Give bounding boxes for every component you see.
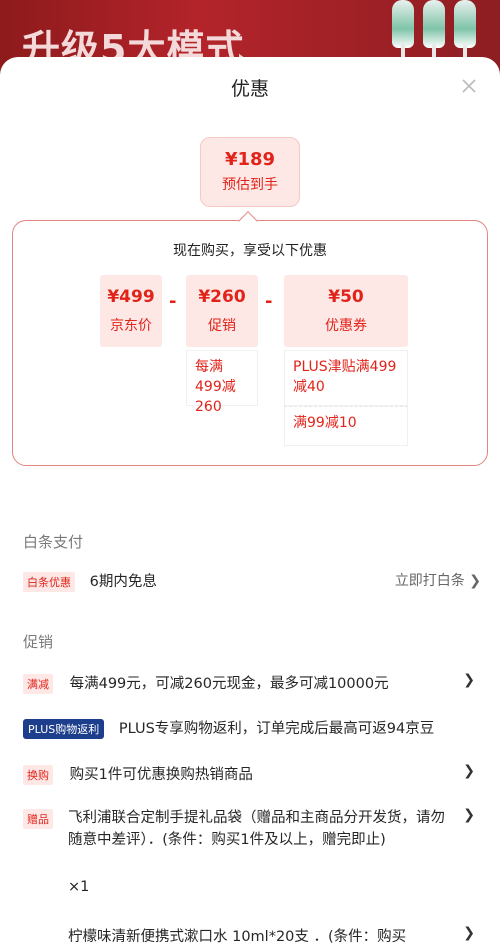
- promotion-detail: 每满499减260: [186, 350, 258, 415]
- open-baitiao-link[interactable]: 立即打白条 ❯: [395, 570, 481, 590]
- promo-row-manjian[interactable]: 满减 每满499元，可减260元现金，最多可减10000元 ❯: [23, 672, 483, 694]
- gift-quantity: ×1: [68, 879, 90, 895]
- sheet-title: 优惠: [230, 78, 269, 100]
- price-breakdown-panel: 现在购买，享受以下优惠 ¥499 京东价 - ¥260 促销 - ¥50 优惠券…: [12, 220, 488, 466]
- promo-tag: 赠品: [23, 809, 53, 829]
- jd-price-label: 京东价: [110, 318, 152, 334]
- plus-rebate-tag: PLUS购物返利: [23, 719, 105, 739]
- estimated-price-label: 预估到手: [222, 177, 278, 193]
- jd-price-cell: ¥499 京东价: [100, 275, 162, 347]
- baitiao-section-title: 白条支付: [23, 533, 84, 551]
- promotion-cell: ¥260 促销: [186, 275, 258, 347]
- promo-text: 每满499元，可减260元现金，最多可减10000元: [69, 676, 389, 692]
- promo-tag: 满减: [23, 674, 53, 694]
- coupon-cell: ¥50 优惠券: [284, 275, 408, 347]
- baitiao-row[interactable]: 白条优惠 6期内免息 立即打白条 ❯: [23, 570, 481, 592]
- promotion-value: ¥260: [198, 287, 246, 307]
- chevron-right-icon[interactable]: ❯: [463, 672, 475, 688]
- toothbrush-head-image: [423, 0, 445, 74]
- baitiao-text: 6期内免息: [89, 574, 157, 590]
- chevron-right-icon[interactable]: ❯: [463, 763, 475, 779]
- close-icon[interactable]: [460, 77, 478, 95]
- chevron-right-icon[interactable]: ❯: [463, 925, 475, 941]
- chevron-right-icon[interactable]: ❯: [463, 807, 475, 823]
- coupon-detail: 满99减10: [284, 406, 408, 446]
- coupon-label: 优惠券: [325, 318, 367, 334]
- promo-tag: 换购: [23, 765, 53, 785]
- baitiao-tag: 白条优惠: [23, 572, 75, 592]
- estimated-price: ¥189: [224, 149, 276, 170]
- coupon-detail: PLUS津贴满499减40: [284, 350, 408, 406]
- breakdown-heading: 现在购买，享受以下优惠: [173, 243, 327, 259]
- coupon-value: ¥50: [328, 287, 364, 307]
- estimated-price-box: ¥189 预估到手: [200, 137, 300, 207]
- jd-price-value: ¥499: [107, 287, 155, 307]
- promo-section-title: 促销: [23, 633, 54, 651]
- minus-operator: -: [169, 291, 177, 312]
- promotion-label: 促销: [208, 318, 236, 334]
- promo-text: 购买1件可优惠换购热销商品: [69, 767, 253, 783]
- promo-text: PLUS专享购物返利，订单完成后最高可返94京豆: [118, 721, 435, 737]
- discount-sheet: 优惠 ¥189 预估到手 现在购买，享受以下优惠 ¥499 京东价 - ¥260…: [0, 57, 500, 945]
- promo-row-plus-rebate[interactable]: PLUS购物返利 PLUS专享购物返利，订单完成后最高可返94京豆: [23, 717, 483, 739]
- toothbrush-head-image: [454, 0, 476, 74]
- promo-row-gift[interactable]: 赠品 飞利浦联合定制手提礼品袋（赠品和主商品分开发货，请勿随意中差评）．(条件：…: [23, 807, 483, 907]
- toothbrush-head-image: [392, 0, 414, 74]
- promo-text: 柠檬味清新便携式漱口水 10ml*20支 ．(条件：购买: [68, 929, 407, 945]
- promo-row-exchange[interactable]: 换购 购买1件可优惠换购热销商品 ❯: [23, 763, 483, 785]
- minus-operator: -: [265, 291, 273, 312]
- promo-text: 飞利浦联合定制手提礼品袋（赠品和主商品分开发货，请勿随意中差评）．(条件：购买1…: [68, 810, 445, 848]
